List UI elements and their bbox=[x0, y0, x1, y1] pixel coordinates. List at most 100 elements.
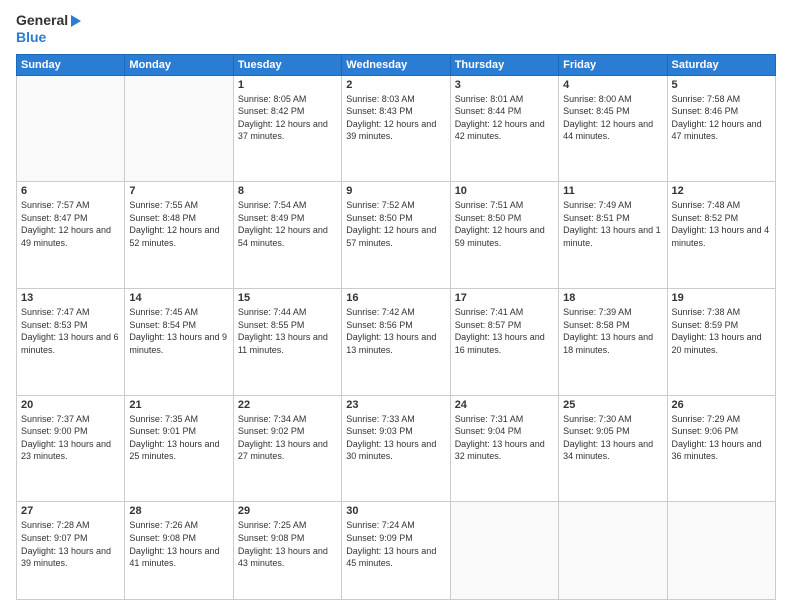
day-number: 28 bbox=[129, 505, 228, 517]
day-number: 22 bbox=[238, 399, 337, 411]
calendar-cell bbox=[17, 75, 125, 182]
calendar-cell: 24 Sunrise: 7:31 AM Sunset: 9:04 PM Dayli… bbox=[450, 395, 558, 502]
day-info: Sunrise: 8:01 AM Sunset: 8:44 PM Dayligh… bbox=[455, 93, 554, 143]
day-info: Sunrise: 7:38 AM Sunset: 8:59 PM Dayligh… bbox=[672, 306, 771, 356]
calendar-cell: 27 Sunrise: 7:28 AM Sunset: 9:07 PM Dayli… bbox=[17, 502, 125, 600]
day-info: Sunrise: 7:41 AM Sunset: 8:57 PM Dayligh… bbox=[455, 306, 554, 356]
day-number: 6 bbox=[21, 185, 120, 197]
calendar-cell: 8 Sunrise: 7:54 AM Sunset: 8:49 PM Daylig… bbox=[233, 182, 341, 289]
day-number: 29 bbox=[238, 505, 337, 517]
day-number: 26 bbox=[672, 399, 771, 411]
day-number: 10 bbox=[455, 185, 554, 197]
day-info: Sunrise: 7:54 AM Sunset: 8:49 PM Dayligh… bbox=[238, 199, 337, 249]
calendar-cell: 17 Sunrise: 7:41 AM Sunset: 8:57 PM Dayli… bbox=[450, 288, 558, 395]
calendar-cell: 10 Sunrise: 7:51 AM Sunset: 8:50 PM Dayli… bbox=[450, 182, 558, 289]
calendar-cell: 1 Sunrise: 8:05 AM Sunset: 8:42 PM Daylig… bbox=[233, 75, 341, 182]
day-number: 30 bbox=[346, 505, 445, 517]
day-info: Sunrise: 7:34 AM Sunset: 9:02 PM Dayligh… bbox=[238, 413, 337, 463]
day-number: 21 bbox=[129, 399, 228, 411]
day-info: Sunrise: 7:24 AM Sunset: 9:09 PM Dayligh… bbox=[346, 519, 445, 569]
day-number: 2 bbox=[346, 79, 445, 91]
calendar-cell bbox=[559, 502, 667, 600]
weekday-header: Saturday bbox=[667, 54, 775, 75]
calendar-cell: 2 Sunrise: 8:03 AM Sunset: 8:43 PM Daylig… bbox=[342, 75, 450, 182]
day-number: 14 bbox=[129, 292, 228, 304]
calendar-cell: 5 Sunrise: 7:58 AM Sunset: 8:46 PM Daylig… bbox=[667, 75, 775, 182]
calendar-cell: 11 Sunrise: 7:49 AM Sunset: 8:51 PM Dayli… bbox=[559, 182, 667, 289]
calendar-cell: 6 Sunrise: 7:57 AM Sunset: 8:47 PM Daylig… bbox=[17, 182, 125, 289]
day-info: Sunrise: 7:29 AM Sunset: 9:06 PM Dayligh… bbox=[672, 413, 771, 463]
day-info: Sunrise: 7:48 AM Sunset: 8:52 PM Dayligh… bbox=[672, 199, 771, 249]
day-number: 20 bbox=[21, 399, 120, 411]
calendar-cell: 15 Sunrise: 7:44 AM Sunset: 8:55 PM Dayli… bbox=[233, 288, 341, 395]
day-number: 13 bbox=[21, 292, 120, 304]
day-info: Sunrise: 7:28 AM Sunset: 9:07 PM Dayligh… bbox=[21, 519, 120, 569]
day-info: Sunrise: 7:35 AM Sunset: 9:01 PM Dayligh… bbox=[129, 413, 228, 463]
logo-text: General Blue bbox=[16, 12, 81, 46]
day-number: 17 bbox=[455, 292, 554, 304]
day-info: Sunrise: 7:57 AM Sunset: 8:47 PM Dayligh… bbox=[21, 199, 120, 249]
calendar-cell: 19 Sunrise: 7:38 AM Sunset: 8:59 PM Dayli… bbox=[667, 288, 775, 395]
day-info: Sunrise: 7:30 AM Sunset: 9:05 PM Dayligh… bbox=[563, 413, 662, 463]
calendar-cell: 25 Sunrise: 7:30 AM Sunset: 9:05 PM Dayli… bbox=[559, 395, 667, 502]
day-number: 16 bbox=[346, 292, 445, 304]
calendar-cell: 30 Sunrise: 7:24 AM Sunset: 9:09 PM Dayli… bbox=[342, 502, 450, 600]
page: General Blue SundayMondayTuesdayWednesda… bbox=[0, 0, 792, 612]
day-number: 5 bbox=[672, 79, 771, 91]
day-info: Sunrise: 7:49 AM Sunset: 8:51 PM Dayligh… bbox=[563, 199, 662, 249]
calendar-cell: 26 Sunrise: 7:29 AM Sunset: 9:06 PM Dayli… bbox=[667, 395, 775, 502]
calendar-cell bbox=[450, 502, 558, 600]
calendar-cell: 29 Sunrise: 7:25 AM Sunset: 9:08 PM Dayli… bbox=[233, 502, 341, 600]
day-info: Sunrise: 7:45 AM Sunset: 8:54 PM Dayligh… bbox=[129, 306, 228, 356]
day-info: Sunrise: 7:47 AM Sunset: 8:53 PM Dayligh… bbox=[21, 306, 120, 356]
weekday-header: Monday bbox=[125, 54, 233, 75]
day-info: Sunrise: 7:42 AM Sunset: 8:56 PM Dayligh… bbox=[346, 306, 445, 356]
day-number: 27 bbox=[21, 505, 120, 517]
calendar-cell: 3 Sunrise: 8:01 AM Sunset: 8:44 PM Daylig… bbox=[450, 75, 558, 182]
day-number: 19 bbox=[672, 292, 771, 304]
calendar-cell: 16 Sunrise: 7:42 AM Sunset: 8:56 PM Dayli… bbox=[342, 288, 450, 395]
day-info: Sunrise: 7:39 AM Sunset: 8:58 PM Dayligh… bbox=[563, 306, 662, 356]
calendar-cell: 28 Sunrise: 7:26 AM Sunset: 9:08 PM Dayli… bbox=[125, 502, 233, 600]
header: General Blue bbox=[16, 12, 776, 46]
weekday-header: Friday bbox=[559, 54, 667, 75]
weekday-header: Sunday bbox=[17, 54, 125, 75]
day-info: Sunrise: 7:33 AM Sunset: 9:03 PM Dayligh… bbox=[346, 413, 445, 463]
day-number: 11 bbox=[563, 185, 662, 197]
day-number: 12 bbox=[672, 185, 771, 197]
calendar-table: SundayMondayTuesdayWednesdayThursdayFrid… bbox=[16, 54, 776, 600]
day-info: Sunrise: 7:55 AM Sunset: 8:48 PM Dayligh… bbox=[129, 199, 228, 249]
weekday-header: Tuesday bbox=[233, 54, 341, 75]
logo: General Blue bbox=[16, 12, 81, 46]
day-info: Sunrise: 8:03 AM Sunset: 8:43 PM Dayligh… bbox=[346, 93, 445, 143]
calendar-cell: 9Sunrise: 7:52 AM Sunset: 8:50 PM Daylig… bbox=[342, 182, 450, 289]
day-number: 4 bbox=[563, 79, 662, 91]
day-info: Sunrise: 7:58 AM Sunset: 8:46 PM Dayligh… bbox=[672, 93, 771, 143]
day-number: 7 bbox=[129, 185, 228, 197]
calendar-cell: 7 Sunrise: 7:55 AM Sunset: 8:48 PM Daylig… bbox=[125, 182, 233, 289]
calendar-cell: 12 Sunrise: 7:48 AM Sunset: 8:52 PM Dayli… bbox=[667, 182, 775, 289]
day-info: Sunrise: 7:25 AM Sunset: 9:08 PM Dayligh… bbox=[238, 519, 337, 569]
calendar-cell: 13 Sunrise: 7:47 AM Sunset: 8:53 PM Dayli… bbox=[17, 288, 125, 395]
day-info: Sunrise: 8:05 AM Sunset: 8:42 PM Dayligh… bbox=[238, 93, 337, 143]
day-number: 3 bbox=[455, 79, 554, 91]
calendar-cell: 23 Sunrise: 7:33 AM Sunset: 9:03 PM Dayli… bbox=[342, 395, 450, 502]
day-info: Sunrise: 7:51 AM Sunset: 8:50 PM Dayligh… bbox=[455, 199, 554, 249]
day-info: Sunrise: 7:44 AM Sunset: 8:55 PM Dayligh… bbox=[238, 306, 337, 356]
day-info: Sunrise: 7:52 AM Sunset: 8:50 PM Dayligh… bbox=[346, 199, 445, 249]
calendar-cell: 20Sunrise: 7:37 AM Sunset: 9:00 PM Dayli… bbox=[17, 395, 125, 502]
day-number: 25 bbox=[563, 399, 662, 411]
day-info: Sunrise: 8:00 AM Sunset: 8:45 PM Dayligh… bbox=[563, 93, 662, 143]
day-number: 24 bbox=[455, 399, 554, 411]
day-number: 15 bbox=[238, 292, 337, 304]
day-info: Sunrise: 7:26 AM Sunset: 9:08 PM Dayligh… bbox=[129, 519, 228, 569]
day-number: 23 bbox=[346, 399, 445, 411]
calendar-cell: 14 Sunrise: 7:45 AM Sunset: 8:54 PM Dayli… bbox=[125, 288, 233, 395]
day-info: Sunrise: 7:31 AM Sunset: 9:04 PM Dayligh… bbox=[455, 413, 554, 463]
calendar-cell bbox=[667, 502, 775, 600]
day-number: 8 bbox=[238, 185, 337, 197]
calendar-cell: 4 Sunrise: 8:00 AM Sunset: 8:45 PM Daylig… bbox=[559, 75, 667, 182]
day-number: 1 bbox=[238, 79, 337, 91]
weekday-header: Wednesday bbox=[342, 54, 450, 75]
calendar-cell bbox=[125, 75, 233, 182]
